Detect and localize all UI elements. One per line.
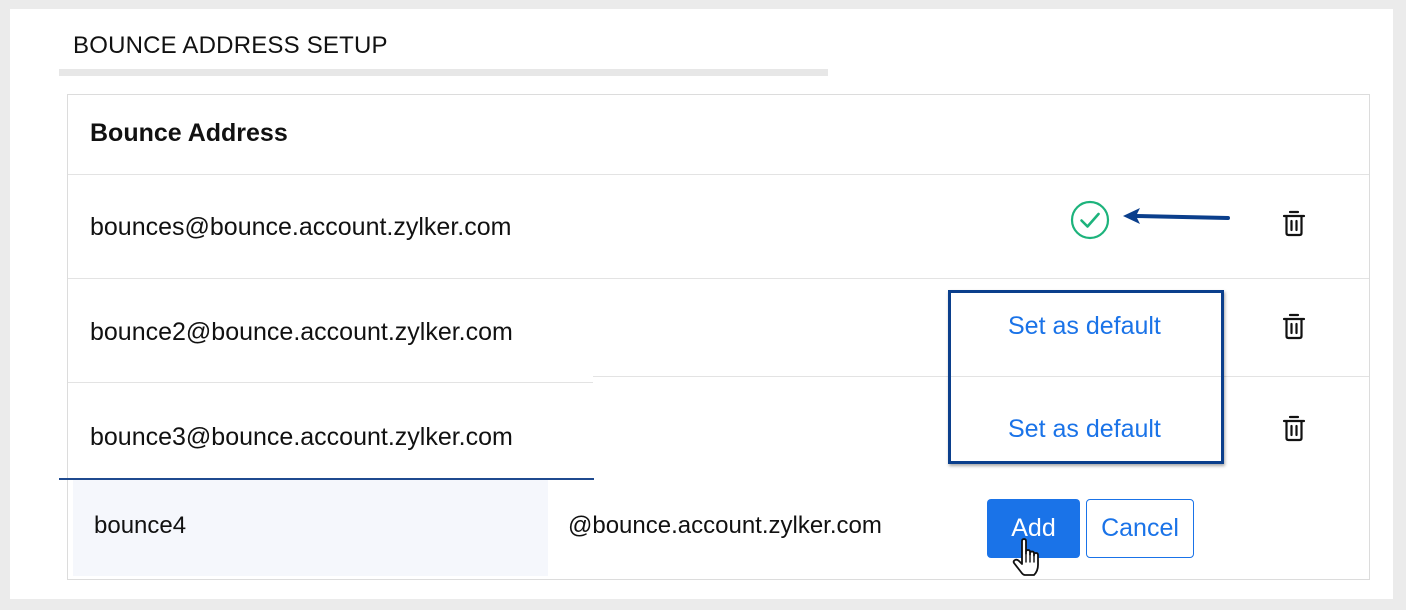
row-divider [68, 174, 593, 175]
new-bounce-address-input[interactable] [80, 496, 540, 556]
bounce-address-row-1: bounces@bounce.account.zylker.com [90, 213, 512, 241]
section-title-underline [59, 69, 828, 76]
new-address-row-divider [59, 478, 594, 480]
bounce-address-row-3: bounce3@bounce.account.zylker.com [90, 423, 513, 451]
row-divider [68, 278, 1369, 279]
trash-icon[interactable] [1282, 209, 1306, 237]
trash-icon[interactable] [1282, 312, 1306, 340]
table-header-bounce-address: Bounce Address [90, 119, 288, 147]
section-title: BOUNCE ADDRESS SETUP [73, 32, 388, 59]
check-circle-icon [1070, 200, 1110, 240]
row-divider [593, 174, 1369, 175]
left-arrow-icon [1123, 208, 1230, 224]
row-divider [68, 382, 593, 383]
hand-pointer-icon [1012, 538, 1039, 576]
set-as-default-highlight [948, 290, 1224, 464]
cancel-button[interactable]: Cancel [1086, 499, 1194, 558]
domain-suffix: @bounce.account.zylker.com [568, 512, 882, 539]
trash-icon[interactable] [1282, 414, 1306, 442]
screen: BOUNCE ADDRESS SETUP Bounce Address boun… [0, 0, 1406, 610]
bounce-address-row-2: bounce2@bounce.account.zylker.com [90, 318, 513, 346]
